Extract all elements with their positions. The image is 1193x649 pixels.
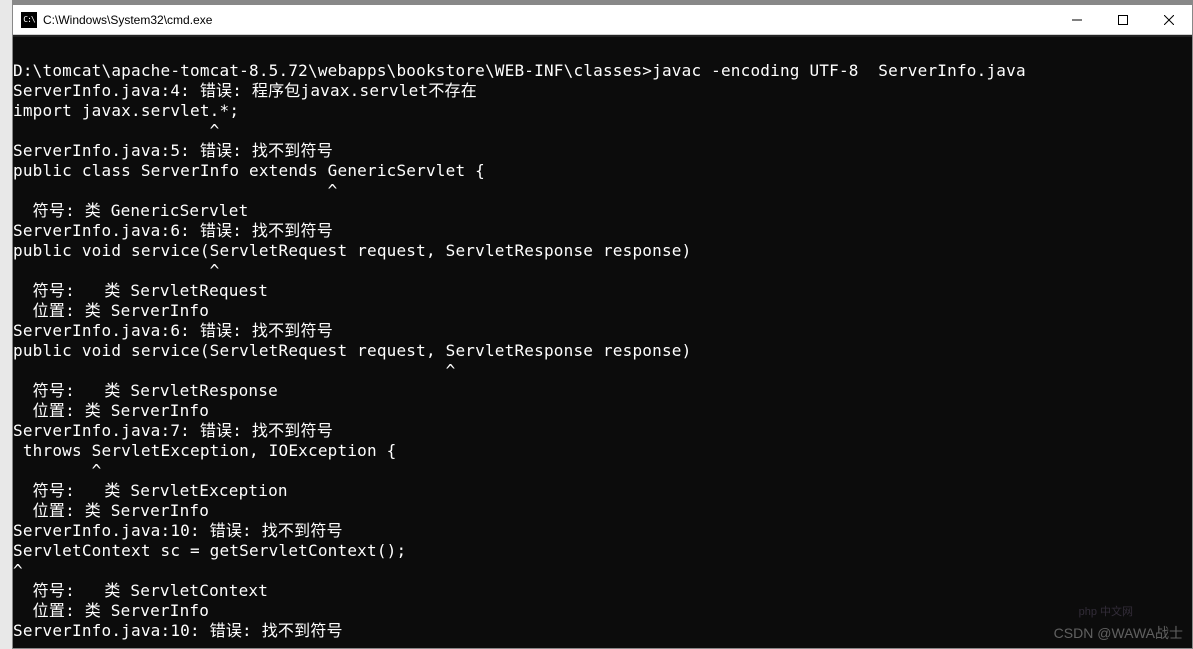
maximize-button[interactable] <box>1100 5 1146 35</box>
close-button[interactable] <box>1146 5 1192 35</box>
window-titlebar[interactable]: C:\ C:\Windows\System32\cmd.exe <box>13 5 1192 35</box>
minimize-icon <box>1072 15 1082 25</box>
terminal-output: D:\tomcat\apache-tomcat-8.5.72\webapps\b… <box>13 37 1192 641</box>
close-icon <box>1164 15 1174 25</box>
window-title: C:\Windows\System32\cmd.exe <box>43 13 212 27</box>
page-margin <box>0 0 12 649</box>
cmd-icon-label: C:\ <box>23 15 34 24</box>
csdn-watermark: CSDN @WAWA战士 <box>1054 623 1183 643</box>
cmd-icon: C:\ <box>21 12 37 28</box>
terminal-viewport[interactable]: D:\tomcat\apache-tomcat-8.5.72\webapps\b… <box>13 35 1192 648</box>
cmd-window: C:\ C:\Windows\System32\cmd.exe D:\tomca… <box>12 4 1193 649</box>
maximize-icon <box>1118 15 1128 25</box>
php-watermark: php 中文网 <box>1079 603 1133 619</box>
minimize-button[interactable] <box>1054 5 1100 35</box>
